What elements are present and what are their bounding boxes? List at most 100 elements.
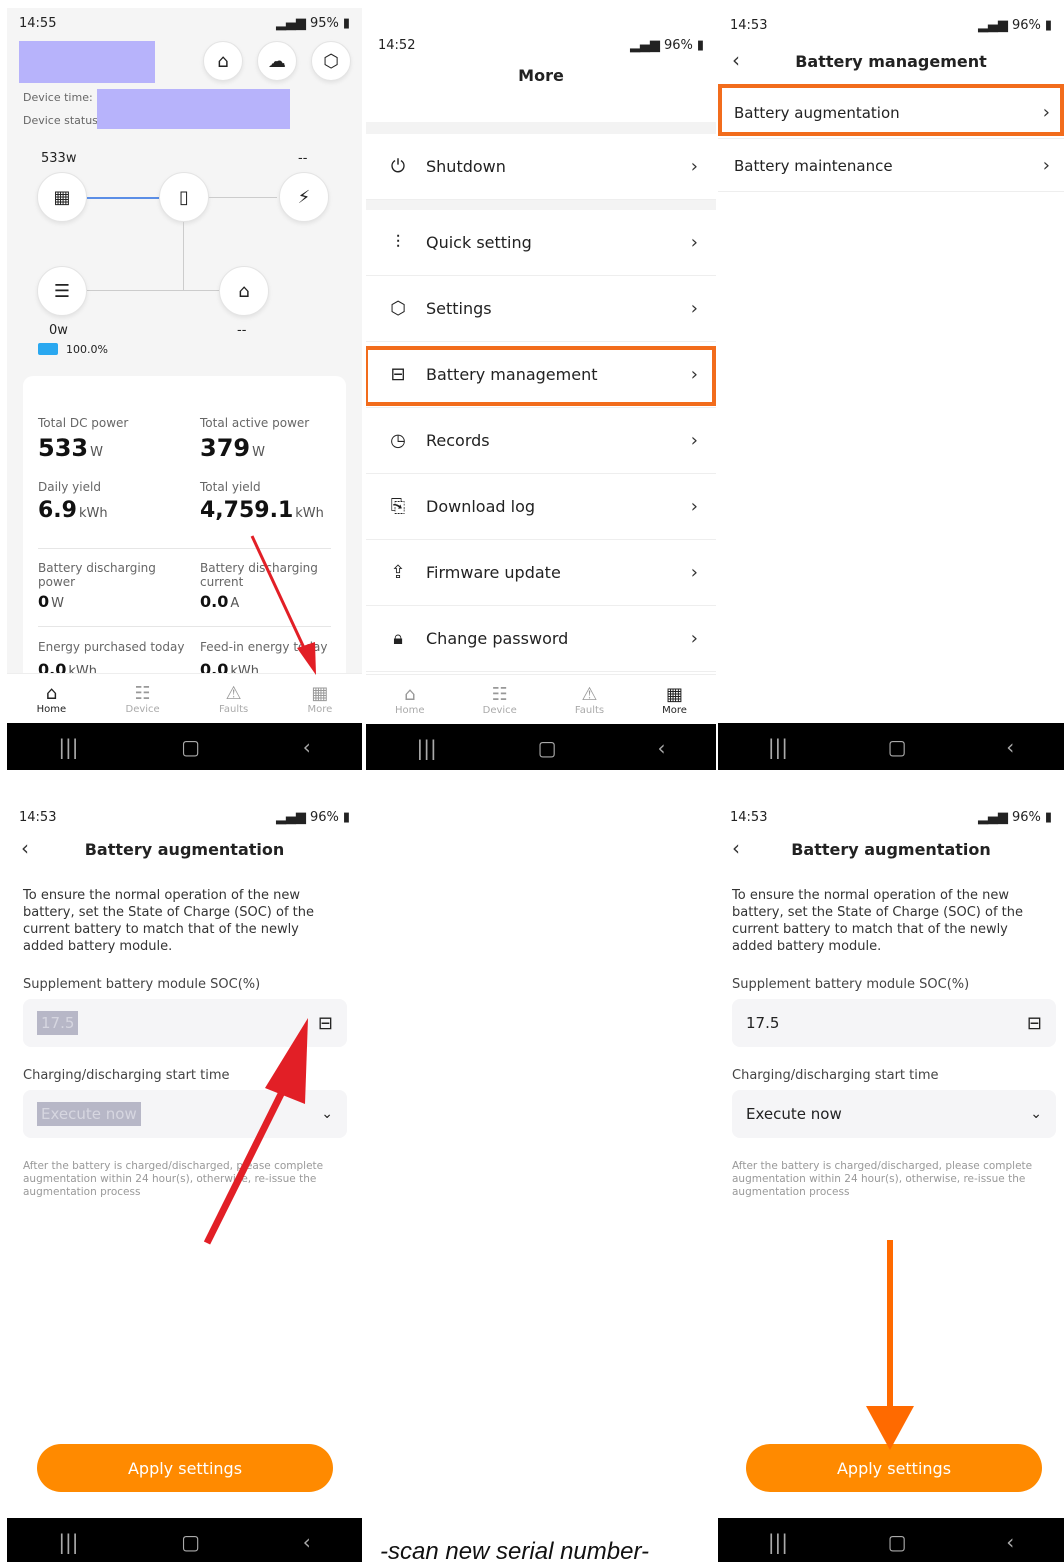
battery-level: 96% — [1011, 809, 1041, 825]
highlight-battery-management — [366, 346, 716, 406]
menu-item-change-password[interactable]: 🔒︎ Change password › — [366, 606, 716, 672]
soc-label: Supplement battery module SOC(%) — [23, 977, 261, 992]
apply-settings-button[interactable]: Apply settings — [37, 1444, 333, 1492]
pv-power-value: 533w — [41, 151, 77, 166]
back-icon[interactable]: ‹ — [303, 1530, 311, 1554]
settings-icon[interactable]: ⬡ — [311, 41, 351, 81]
energy-purchased-label: Energy purchased today — [38, 640, 185, 654]
feed-in-label: Feed-in energy today — [200, 640, 328, 654]
total-active-value: 379 W — [200, 434, 265, 462]
menu-item-battery-maintenance[interactable]: Battery maintenance › — [718, 140, 1064, 192]
section-gap — [366, 200, 716, 210]
chevron-right-icon: › — [690, 156, 698, 177]
signal-icon: ▂▄▆ — [275, 15, 306, 31]
home-button-icon[interactable]: ▢ — [538, 736, 557, 760]
grid-tower-icon: ⚡ — [279, 172, 329, 222]
augmentation-note: After the battery is charged/discharged,… — [732, 1160, 1033, 1198]
flow-line-bottom — [87, 290, 219, 291]
scan-icon[interactable]: ⊟ — [318, 1013, 333, 1034]
soc-value-selected: 17.5 — [37, 1011, 79, 1035]
signal-icon: ▂▄▆ — [275, 809, 306, 825]
recents-icon[interactable]: ||| — [416, 736, 436, 760]
home-button-icon[interactable]: ▢ — [888, 1530, 907, 1554]
wifi-status-icon[interactable]: ⌂ — [203, 41, 243, 81]
page-title: Battery augmentation — [791, 840, 991, 859]
back-icon[interactable]: ‹ — [1006, 735, 1014, 759]
recents-icon[interactable]: ||| — [768, 1530, 788, 1554]
total-yield-value: 4,759.1 kWh — [200, 498, 324, 523]
battery-augmentation-screen-1: 14:53 ▂▄▆ 96% ▮ ‹ Battery augmentation To … — [7, 800, 362, 1562]
soc-input[interactable]: 17.5 ⊟ — [23, 999, 347, 1047]
home-button-icon[interactable]: ▢ — [888, 735, 907, 759]
status-time: 14:53 — [730, 809, 768, 825]
chevron-right-icon: › — [690, 496, 698, 517]
back-icon[interactable]: ‹ — [303, 735, 311, 759]
device-status-label: Device status — [23, 114, 98, 127]
menu-item-quick-setting[interactable]: ⫶ Quick setting › — [366, 210, 716, 276]
divider — [38, 548, 331, 549]
grid-icon: ▦ — [311, 682, 329, 704]
energy-stats-card: Total DC power 533 W Total active power 3… — [23, 376, 346, 686]
bottom-tab-bar: ⌂ Home ☷ Device ⚠ Faults ▦ More — [7, 673, 362, 723]
start-time-value-selected: Execute now — [37, 1102, 141, 1126]
more-screen: 14:52 ▂▄▆ 96% ▮ More ⏻ Shutdown › ⫶ Quick set… — [366, 24, 716, 770]
back-icon[interactable]: ‹ — [1006, 1530, 1014, 1554]
page-title: Battery management — [795, 52, 987, 71]
start-time-select[interactable]: Execute now ⌄ — [23, 1090, 347, 1138]
menu-item-records[interactable]: ◷ Records › — [366, 408, 716, 474]
inverter-icon: ▯ — [159, 172, 209, 222]
tab-more[interactable]: ▦ More — [662, 683, 687, 717]
battery-level: 96% — [663, 37, 693, 53]
chevron-right-icon: › — [690, 562, 698, 583]
system-nav-bar: ||| ▢ ‹ — [7, 1518, 362, 1562]
tab-device[interactable]: ☷ Device — [483, 683, 517, 717]
recents-icon[interactable]: ||| — [58, 735, 78, 759]
menu-item-settings[interactable]: ⬡ Settings › — [366, 276, 716, 342]
start-time-label: Charging/discharging start time — [732, 1068, 939, 1083]
battery-soc-bar — [38, 343, 58, 355]
tab-faults[interactable]: ⚠ Faults — [219, 682, 248, 716]
battery-management-screen: 14:53 ▂▄▆ 96% ▮ ‹ Battery management Batte… — [718, 8, 1064, 770]
menu-item-firmware-update[interactable]: ⇪ Firmware update › — [366, 540, 716, 606]
recents-icon[interactable]: ||| — [58, 1530, 78, 1554]
start-time-select[interactable]: Execute now ⌄ — [732, 1090, 1056, 1138]
tab-home[interactable]: ⌂ Home — [395, 683, 425, 717]
daily-yield-value: 6.9 kWh — [38, 498, 108, 523]
chevron-right-icon: › — [690, 232, 698, 253]
augmentation-description: To ensure the normal operation of the ne… — [23, 888, 315, 954]
cloud-status-icon[interactable]: ☁ — [257, 41, 297, 81]
battery-discharging-current-label: Battery discharging current — [200, 561, 318, 589]
soc-input[interactable]: 17.5 ⊟ — [732, 999, 1056, 1047]
tab-home[interactable]: ⌂ Home — [37, 682, 67, 716]
menu-item-download-log[interactable]: ⎘ Download log › — [366, 474, 716, 540]
tab-device[interactable]: ☷ Device — [126, 682, 160, 716]
scan-icon[interactable]: ⊟ — [1027, 1013, 1042, 1034]
start-time-value: Execute now — [746, 1105, 842, 1123]
home-icon: ⌂ — [404, 683, 416, 705]
battery-icon: ▮ — [342, 809, 350, 825]
load-power-value: -- — [237, 323, 247, 338]
system-nav-bar: ||| ▢ ‹ — [718, 723, 1064, 770]
apply-settings-button[interactable]: Apply settings — [746, 1444, 1042, 1492]
home-load-icon: ⌂ — [219, 266, 269, 316]
divider — [38, 626, 331, 627]
home-screen: 14:55 ▂▄▆ 95% ▮ ⌂ ☁ ⬡ Device time: Device … — [7, 8, 362, 770]
total-active-label: Total active power — [200, 416, 310, 430]
status-bar: 14:52 ▂▄▆ 96% ▮ — [366, 30, 716, 60]
status-bar: 14:53 ▂▄▆ 96% ▮ — [718, 802, 1064, 832]
chevron-down-icon: ⌄ — [321, 1106, 333, 1122]
recents-icon[interactable]: ||| — [768, 735, 788, 759]
battery-level: 95% — [309, 15, 339, 31]
home-button-icon[interactable]: ▢ — [181, 1530, 200, 1554]
tab-more[interactable]: ▦ More — [308, 682, 333, 716]
back-icon[interactable]: ‹ — [658, 736, 666, 760]
flow-line-pv — [87, 197, 159, 199]
chevron-right-icon: › — [690, 628, 698, 649]
daily-yield-label: Daily yield — [38, 480, 101, 494]
menu-item-shutdown[interactable]: ⏻ Shutdown › — [366, 134, 716, 200]
home-button-icon[interactable]: ▢ — [181, 735, 200, 759]
tab-faults[interactable]: ⚠ Faults — [575, 683, 604, 717]
augmentation-description: To ensure the normal operation of the ne… — [732, 888, 1024, 954]
grid-power-value: -- — [298, 151, 308, 166]
battery-icon: ▮ — [1044, 809, 1052, 825]
